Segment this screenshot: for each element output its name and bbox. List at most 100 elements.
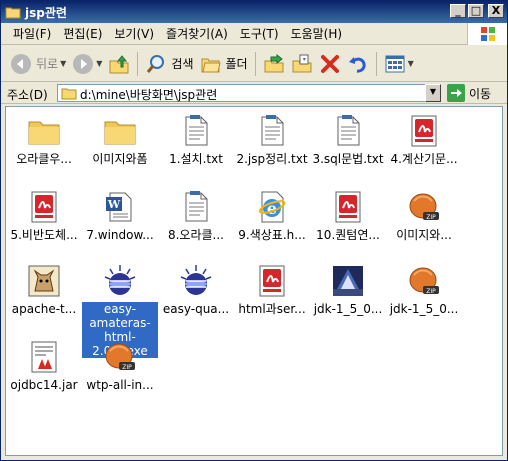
acrobat-pdf-icon — [406, 113, 442, 149]
copy-to-button[interactable] — [288, 50, 316, 78]
toolbar-separator — [254, 51, 256, 76]
minimize-button[interactable]: _ — [450, 4, 466, 18]
move-to-icon — [264, 53, 284, 72]
file-item[interactable]: 4.계산기문... — [386, 113, 462, 166]
toolbar-separator — [137, 51, 139, 76]
delete-icon — [320, 54, 339, 73]
acrobat-pdf-icon — [26, 189, 62, 225]
address-path: d:\mine\바탕화면\jsp관련 — [80, 88, 218, 102]
file-item[interactable]: W 7.window... — [82, 189, 158, 242]
eclipse-icon — [102, 263, 138, 299]
word-doc-icon: W — [102, 189, 138, 225]
file-name: 7.window... — [86, 228, 154, 242]
forward-button[interactable]: ▼ — [69, 50, 105, 78]
svg-text:ZIP: ZIP — [426, 214, 436, 221]
file-item[interactable]: ZIP wtp-all-in... — [82, 339, 158, 392]
file-item[interactable]: ZIP 이미지와... — [386, 189, 462, 242]
file-item[interactable]: 오라클우... — [6, 113, 82, 166]
maximize-button[interactable]: □ — [468, 4, 484, 18]
go-button[interactable]: 이동 — [447, 84, 491, 102]
text-file-icon — [178, 113, 214, 149]
file-name: 2.jsp정리.txt — [236, 152, 308, 166]
file-item[interactable]: jdk-1_5_0... — [310, 263, 386, 316]
file-name: 4.계산기문... — [390, 152, 458, 166]
folder-icon — [61, 88, 77, 100]
up-folder-button[interactable] — [105, 50, 133, 78]
file-item[interactable]: ojdbc14.jar — [6, 339, 82, 392]
svg-text:W: W — [107, 198, 121, 211]
undo-button[interactable] — [344, 50, 372, 78]
close-button[interactable]: X — [488, 4, 504, 18]
menu-favorites[interactable]: 즐겨찾기(A) — [160, 23, 234, 45]
folders-icon — [201, 58, 221, 72]
tomcat-icon — [26, 263, 62, 299]
file-name: 오라클우... — [16, 152, 72, 166]
java-installer-icon — [330, 263, 366, 299]
copy-to-icon — [292, 54, 312, 72]
window-title: jsp관련 — [25, 6, 67, 20]
menu-help[interactable]: 도움말(H) — [285, 23, 349, 45]
address-label: 주소(D) — [7, 88, 48, 102]
file-item[interactable]: 2.jsp정리.txt — [234, 113, 310, 166]
acrobat-pdf-icon — [254, 263, 290, 299]
title-bar[interactable]: jsp관련 _ □ X — [1, 1, 507, 23]
acrobat-pdf-icon — [330, 189, 366, 225]
file-name: jdk-1_5_0... — [389, 302, 459, 316]
menu-view[interactable]: 보기(V) — [108, 23, 160, 45]
folder-icon — [26, 113, 62, 149]
file-list-pane[interactable]: 오라클우... 이미지와폼 1.설치.txt 2.jsp정리.txt 3.sql문법.t… — [5, 106, 503, 456]
toolbar: 뒤로 ▼ ▼ 검색 폴더 ▼ — [1, 46, 507, 82]
file-name: 이미지와폼 — [92, 152, 148, 166]
file-name: easy-qua... — [162, 302, 230, 316]
eclipse-icon — [178, 263, 214, 299]
up-folder-icon — [109, 54, 129, 73]
file-item[interactable]: 8.오라클... — [158, 189, 234, 242]
svg-text:ZIP: ZIP — [122, 364, 132, 371]
delete-button[interactable] — [316, 50, 344, 78]
zip-icon: ZIP — [406, 189, 442, 225]
back-button[interactable]: 뒤로 ▼ — [7, 50, 69, 78]
file-item[interactable]: e 9.색상표.h... — [234, 189, 310, 242]
text-file-icon — [178, 189, 214, 225]
search-button[interactable]: 검색 — [142, 50, 196, 78]
file-name: 1.설치.txt — [169, 152, 223, 166]
jar-file-icon — [26, 339, 62, 375]
file-item[interactable]: 이미지와폼 — [82, 113, 158, 166]
file-item[interactable]: easy-qua... — [158, 263, 234, 316]
views-button[interactable]: ▼ — [381, 50, 417, 78]
file-item[interactable]: html과ser... — [234, 263, 310, 316]
address-input[interactable]: d:\mine\바탕화면\jsp관련 — [57, 84, 441, 102]
menu-file[interactable]: 파일(F) — [7, 23, 57, 45]
file-name: 10.퀀텀연... — [316, 228, 380, 242]
search-icon — [147, 54, 165, 73]
menu-edit[interactable]: 편집(E) — [57, 23, 108, 45]
move-to-button[interactable] — [260, 50, 288, 78]
folders-button[interactable]: 폴더 — [197, 50, 251, 78]
chevron-down-icon: ▼ — [407, 59, 414, 68]
file-item[interactable]: 1.설치.txt — [158, 113, 234, 166]
file-name: 3.sql문법.txt — [312, 152, 384, 166]
folder-icon — [5, 7, 21, 19]
zip-icon: ZIP — [406, 263, 442, 299]
go-label: 이동 — [469, 86, 492, 101]
go-arrow-icon — [447, 84, 465, 102]
chevron-down-icon: ▼ — [60, 59, 67, 68]
forward-arrow-icon — [73, 53, 94, 74]
text-file-icon — [254, 113, 290, 149]
file-item[interactable]: apache-t... — [6, 263, 82, 316]
file-item[interactable]: 3.sql문법.txt — [310, 113, 386, 166]
file-item[interactable]: ZIP jdk-1_5_0... — [386, 263, 462, 316]
menu-bar: 파일(F) 편집(E) 보기(V) 즐겨찾기(A) 도구(T) 도움말(H) — [1, 23, 507, 45]
views-icon — [385, 55, 405, 72]
windows-logo-icon — [467, 23, 507, 45]
file-name: 이미지와... — [396, 228, 452, 242]
file-name: ojdbc14.jar — [10, 378, 78, 392]
zip-icon: ZIP — [102, 339, 138, 375]
back-arrow-icon — [11, 53, 31, 74]
address-dropdown-button[interactable]: ▼ — [425, 84, 441, 102]
folders-label: 폴더 — [225, 57, 248, 71]
toolbar-separator — [375, 51, 377, 76]
menu-tools[interactable]: 도구(T) — [234, 23, 285, 45]
file-item[interactable]: 10.퀀텀연... — [310, 189, 386, 242]
file-item[interactable]: 5.비반도체... — [6, 189, 82, 242]
